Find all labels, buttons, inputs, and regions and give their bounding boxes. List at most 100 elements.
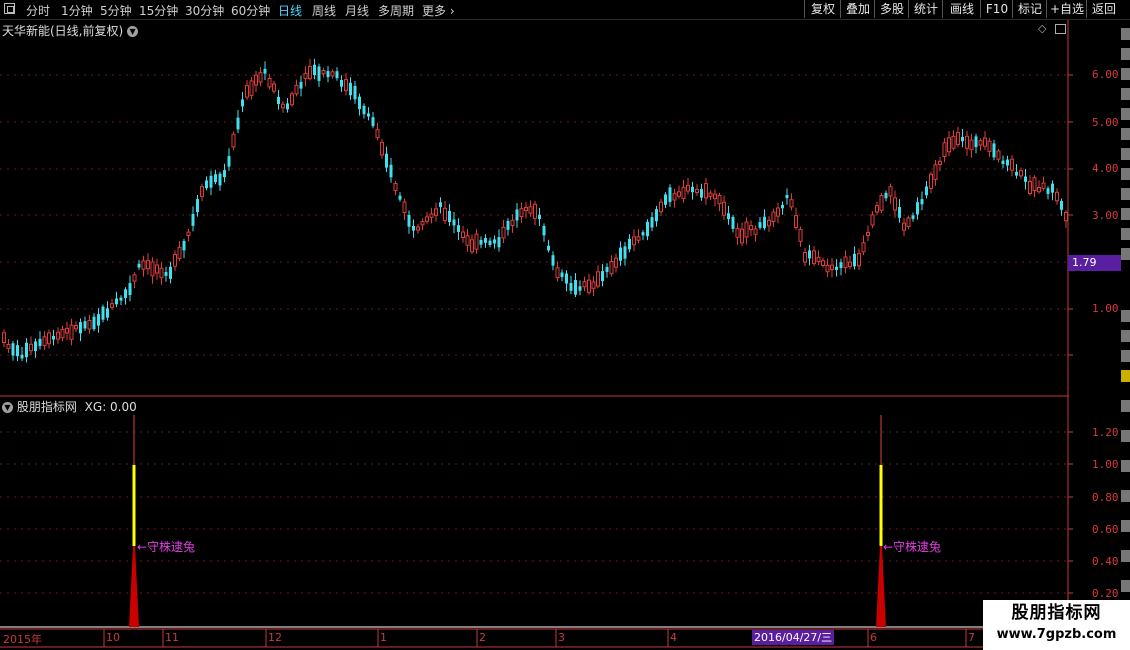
candle-body [74, 325, 78, 330]
candle-body [655, 209, 658, 222]
candle-body [636, 236, 641, 241]
candle-body [294, 84, 299, 95]
signal-bar [132, 465, 136, 546]
ind-axis-label: 0.80 [1092, 491, 1119, 504]
candle-body [578, 286, 582, 291]
candle-body [191, 213, 195, 226]
candle-body [1060, 200, 1063, 210]
candle-body [816, 256, 821, 263]
signal-bar [879, 465, 883, 546]
candle-body [722, 201, 726, 216]
candle-body [609, 261, 614, 275]
candle-body [429, 213, 434, 218]
candle-body [951, 135, 956, 149]
candle-body [290, 93, 294, 106]
candle-body [587, 279, 591, 293]
candle-body [848, 261, 852, 268]
candle-body [835, 266, 838, 270]
candle-body [978, 140, 983, 146]
candle-body [506, 221, 510, 230]
candle-body [691, 186, 694, 193]
candle-body [236, 117, 240, 130]
candle-body [164, 272, 168, 276]
candle-body [101, 306, 105, 320]
candle-body [42, 336, 47, 346]
candle-body [700, 188, 703, 198]
candle-body [879, 195, 884, 211]
candle-body [839, 262, 843, 269]
candle-body [551, 255, 555, 266]
candle-body [182, 241, 186, 251]
date-label: 6 [870, 631, 877, 644]
candle-body [547, 245, 550, 251]
candle-body [659, 201, 663, 213]
candle-body [1028, 181, 1032, 194]
candle-body [974, 136, 978, 148]
candle-body [808, 250, 811, 259]
candle-body [893, 197, 897, 211]
y-axis-label: 1.00 [1092, 302, 1119, 315]
candle-body [1019, 170, 1023, 177]
candle-body [277, 96, 280, 105]
candle-body [448, 210, 451, 222]
candle-body [515, 209, 519, 221]
watermark-url: www.7gpzb.com [996, 627, 1117, 642]
candle-body [34, 341, 37, 352]
candle-body [632, 236, 636, 246]
candle-body [47, 332, 51, 345]
candle-body [330, 71, 335, 77]
candle-body [420, 221, 425, 226]
candle-body [16, 345, 19, 357]
xg-value: XG: 0.00 [84, 400, 137, 414]
candle-body [664, 194, 667, 205]
candle-body [956, 132, 960, 145]
candle-body [668, 187, 672, 202]
candle-body [56, 331, 60, 340]
signal-annotation: ←守株逮兔 [137, 540, 196, 554]
ind-axis-label: 0.60 [1092, 523, 1119, 536]
candle-body [1006, 159, 1009, 166]
candle-body [853, 253, 856, 267]
date-label: 1 [380, 631, 387, 644]
candle-body [731, 216, 735, 229]
candle-body [249, 80, 254, 96]
candle-body [781, 204, 784, 209]
candle-body [169, 266, 172, 279]
candle-body [704, 183, 708, 199]
ind-axis-label: 0.40 [1092, 555, 1119, 568]
candle-body [218, 173, 222, 186]
candle-body [177, 246, 182, 259]
candle-body [574, 280, 577, 295]
candle-body [412, 226, 415, 231]
candle-body [465, 235, 470, 246]
candle-body [735, 228, 740, 238]
candle-body [281, 103, 285, 109]
signal-base [129, 546, 139, 627]
candle-body [245, 85, 249, 98]
candle-body [159, 267, 164, 279]
candle-body [38, 338, 42, 347]
candle-body [902, 222, 906, 231]
candle-body [776, 207, 780, 217]
chevron-down-icon[interactable]: ▼ [2, 402, 13, 413]
candle-body [1010, 158, 1014, 171]
candle-body [371, 117, 375, 127]
candle-body [501, 226, 506, 239]
candle-body [947, 137, 951, 153]
ind-axis-label: 0.20 [1092, 587, 1119, 600]
candle-body [1001, 160, 1005, 164]
candle-body [695, 188, 699, 193]
candle-body [267, 78, 272, 88]
candle-body [555, 267, 560, 278]
candle-body [146, 260, 150, 270]
indicator-title: ▼ 股朋指标网 XG: 0.00 [2, 398, 137, 415]
candle-body [52, 335, 55, 340]
candle-body [528, 206, 533, 214]
candle-body [452, 219, 456, 226]
y-axis-label: 4.00 [1092, 162, 1119, 175]
candle-body [1051, 183, 1054, 193]
candle-body [97, 314, 100, 326]
candle-body [2, 332, 6, 343]
candle-body [407, 215, 411, 227]
candle-body [389, 164, 393, 178]
